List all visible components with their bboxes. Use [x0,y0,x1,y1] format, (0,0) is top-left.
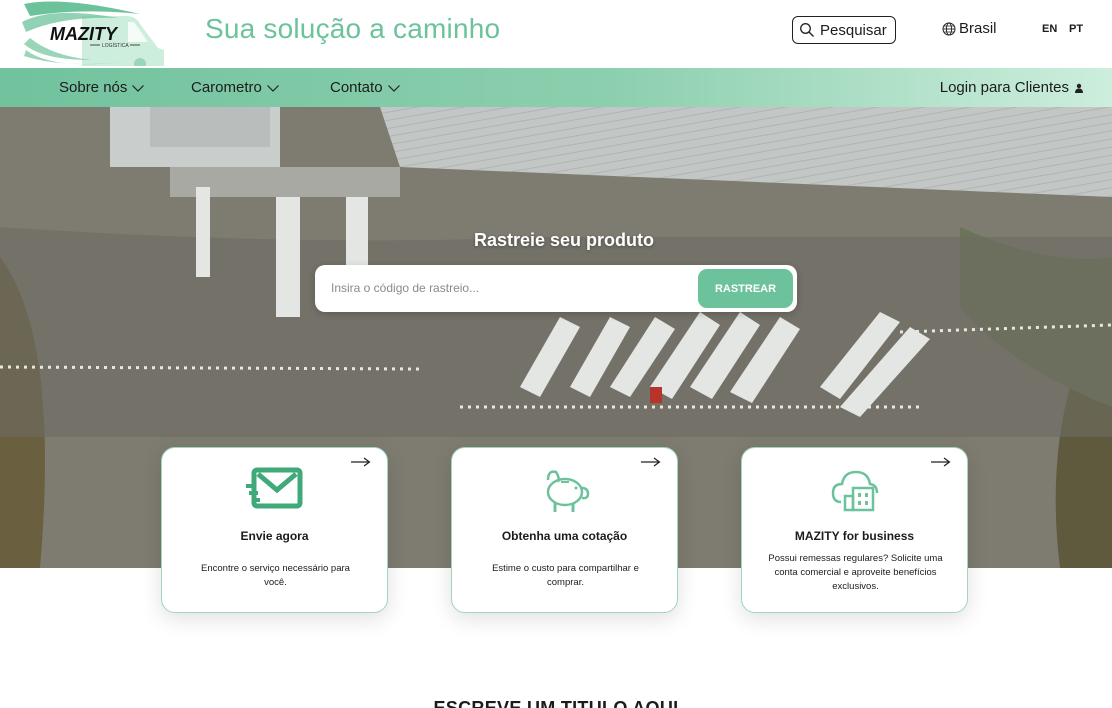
company-logo[interactable]: MAZITY LOGÍSTICA [22,0,166,70]
user-icon [1075,83,1083,93]
chevron-down-icon [132,84,145,92]
nav-item-contato[interactable]: Contato [330,79,401,96]
search-button[interactable]: Pesquisar [792,16,896,44]
site-header: MAZITY LOGÍSTICA Sua solução a caminho P… [0,0,1112,70]
section-title: ESCREVE UM TITULO AQUI [433,698,679,708]
tracking-title: Rastreie seu produto [473,230,655,250]
chevron-down-icon [266,84,279,92]
arrow-right-icon [931,457,951,467]
nav-item-carometro[interactable]: Carometro [191,79,280,96]
search-button-label: Pesquisar [820,21,887,39]
search-icon [800,23,814,37]
main-navigation: Sobre nós Carometro Contato Login para C… [0,68,1112,107]
card-business[interactable]: MAZITY for business Possui remessas regu… [741,447,968,613]
client-login-link[interactable]: Login para Clientes [940,79,1084,96]
region-label: Brasil [959,20,997,37]
mail-send-icon [245,467,302,509]
nav-item-label: Sobre nós [59,79,128,96]
tracking-code-input[interactable] [331,275,691,301]
arrow-right-icon [641,457,661,467]
logo-wordmark: MAZITY [50,24,119,44]
chevron-down-icon [387,84,400,92]
card-description: Estime o custo para compartilhar e compr… [492,563,639,588]
piggy-bank-icon [546,470,589,512]
card-title: MAZITY for business [794,529,915,543]
card-title: Obtenha uma cotação [501,529,628,543]
site-tagline: Sua solução a caminho [205,13,501,44]
region-selector[interactable]: Brasil [942,20,997,37]
nav-item-label: Contato [330,79,383,96]
nav-item-label: Carometro [191,79,262,96]
arrow-right-icon [351,457,371,467]
card-description: Encontre o serviço necessário para você. [201,563,350,588]
language-en[interactable]: EN [1042,23,1057,35]
cloud-building-icon [831,470,878,512]
language-pt[interactable]: PT [1069,23,1083,35]
logo-subtext: LOGÍSTICA [102,42,129,49]
track-button[interactable]: RASTREAR [698,269,793,308]
globe-icon [942,22,956,35]
card-description: Possui remessas regulares? Solicite uma … [768,553,943,592]
card-send-now[interactable]: Envie agora Encontre o serviço necessári… [161,447,388,613]
card-get-quote[interactable]: Obtenha uma cotação Estime o custo para … [451,447,678,613]
tracking-form: RASTREAR [315,265,797,312]
card-title: Envie agora [240,529,309,543]
nav-item-sobre-nos[interactable]: Sobre nós [59,79,145,96]
login-label: Login para Clientes [939,79,1069,96]
